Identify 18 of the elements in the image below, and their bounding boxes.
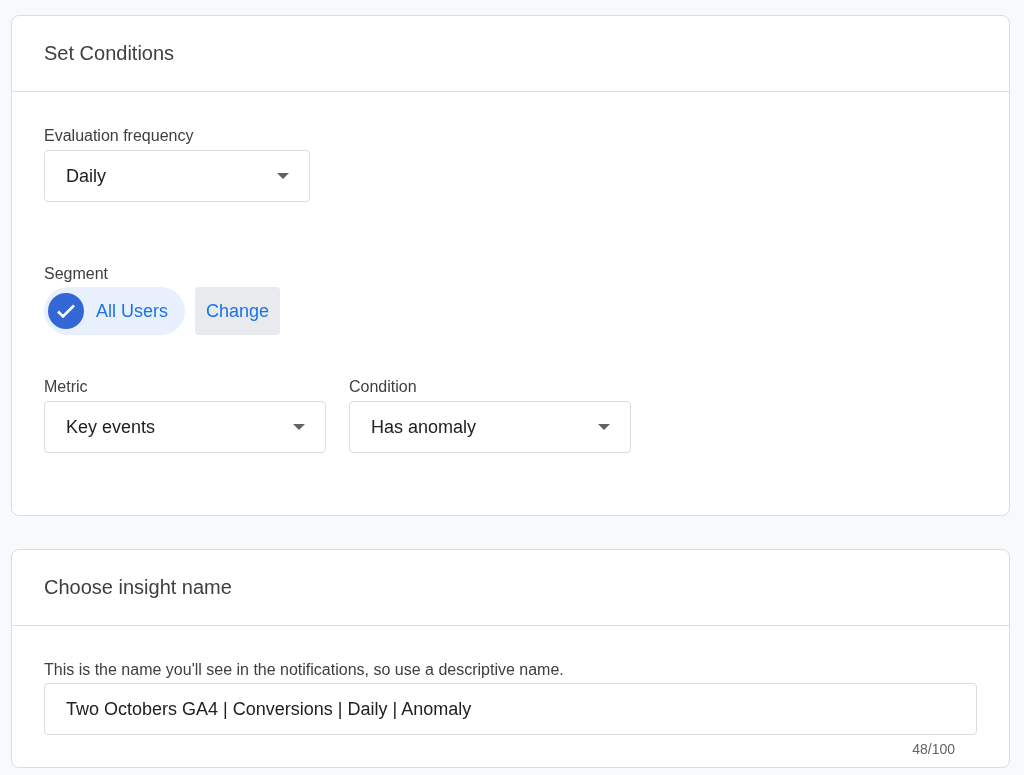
metric-dropdown[interactable]: Key events [44,401,326,453]
name-input-field[interactable]: Two Octobers GA4 | Conversions | Daily | Anomaly [44,683,977,735]
caret-icon [598,424,610,430]
description-text: This is the name you'll see in the notifications, so use a descriptive name. [44,660,565,680]
card-title: Choose insight name [44,576,232,599]
change-button[interactable]: Change [195,287,281,335]
check-icon [48,293,84,329]
field-label: Metric [44,377,89,397]
caret-icon [293,424,305,430]
frequency-dropdown[interactable]: Daily [44,150,310,202]
caret-icon [277,173,289,179]
condition-dropdown[interactable]: Has anomaly [349,401,631,453]
field-label: Evaluation frequency [44,126,195,146]
character-counter: 48/100 [912,741,955,757]
field-label: Condition [349,377,418,397]
segment-chip[interactable]: All Users [44,287,185,335]
field-label: Segment [44,264,110,284]
card-title: Set Conditions [44,42,175,65]
